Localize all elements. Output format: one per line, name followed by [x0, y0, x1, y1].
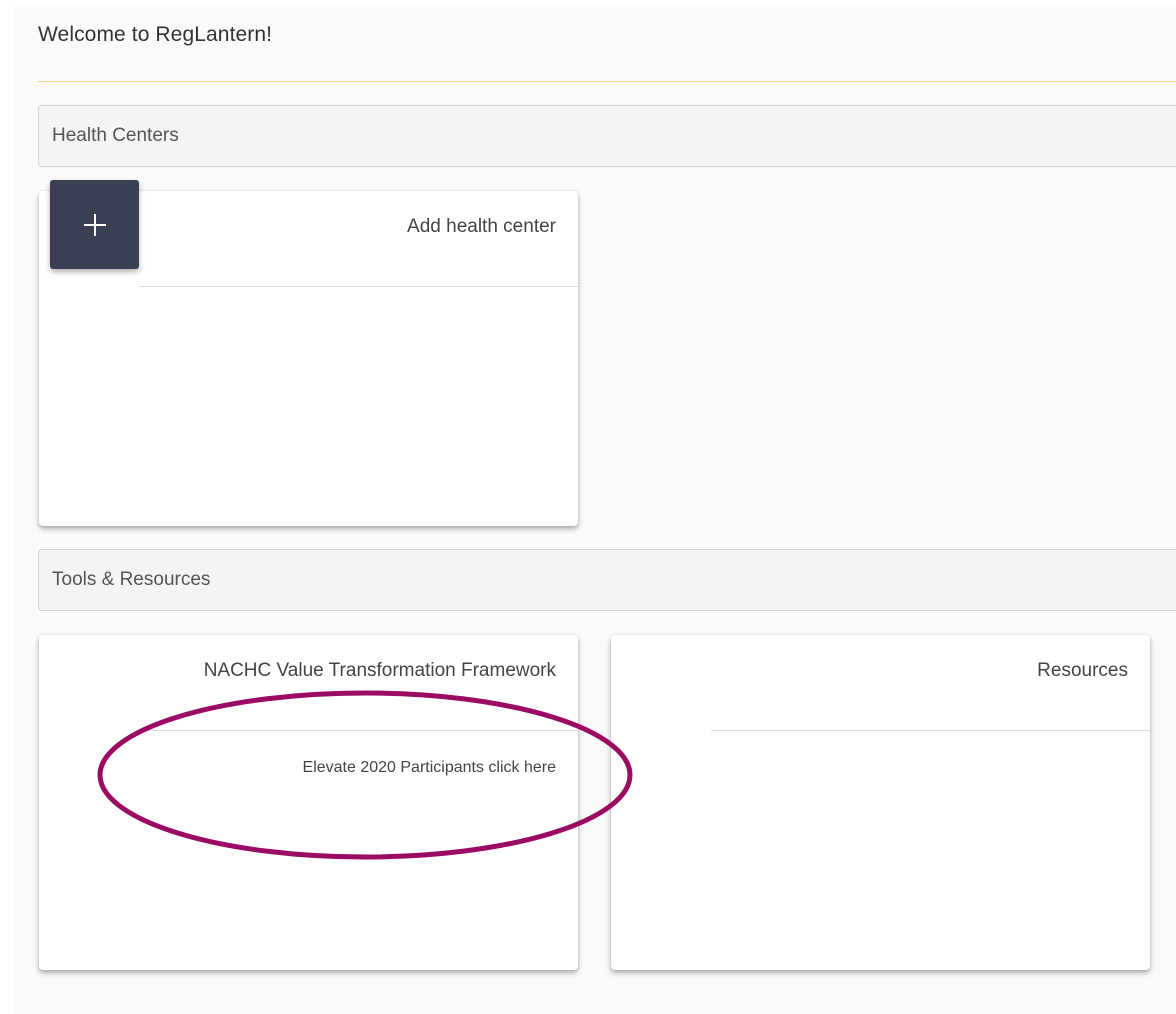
elevate-participants-link[interactable]: Elevate 2020 Participants click here — [303, 759, 556, 777]
card-divider — [139, 286, 578, 287]
card-divider — [139, 730, 578, 731]
section-health-centers: Health Centers — [38, 105, 1176, 167]
nachc-framework-card[interactable]: NACHC Value Transformation Framework Ele… — [39, 635, 578, 970]
add-health-center-title[interactable]: Add health center — [407, 216, 556, 238]
welcome-heading: Welcome to RegLantern! — [38, 23, 273, 46]
section-tools-resources-title: Tools & Resources — [52, 569, 211, 590]
resources-card[interactable]: Resources — [611, 635, 1150, 970]
resources-title[interactable]: Resources — [1037, 660, 1128, 682]
header-divider — [38, 81, 1176, 82]
plus-icon — [83, 213, 106, 236]
card-divider — [711, 730, 1150, 731]
section-tools-resources: Tools & Resources — [38, 549, 1176, 611]
add-health-center-button[interactable] — [50, 180, 139, 269]
section-health-centers-title: Health Centers — [52, 125, 179, 146]
nachc-framework-title[interactable]: NACHC Value Transformation Framework — [204, 660, 556, 682]
